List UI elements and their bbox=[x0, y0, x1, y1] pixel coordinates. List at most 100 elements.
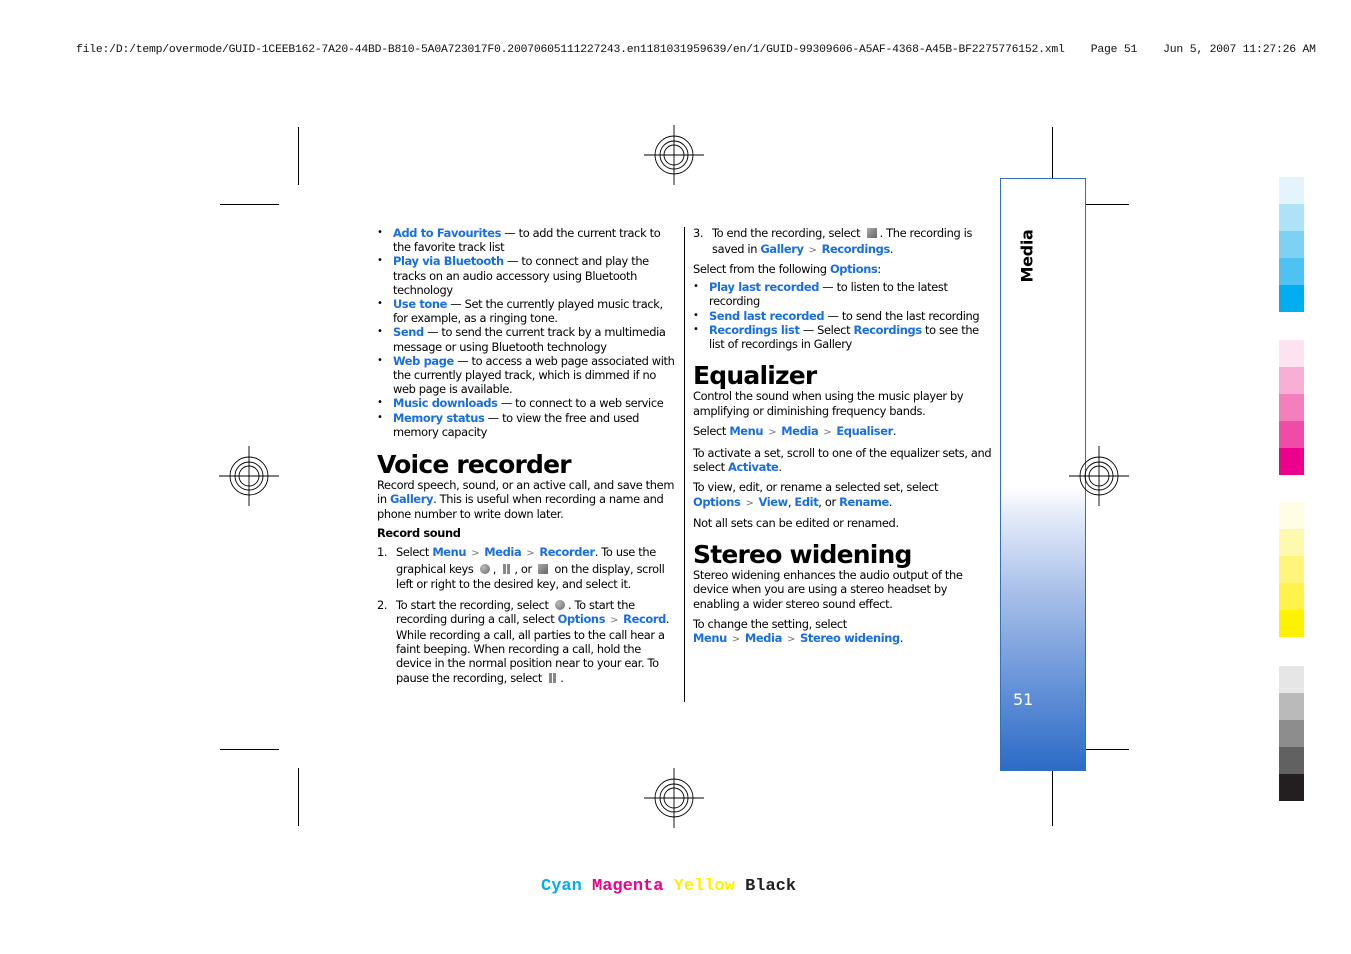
print-header: file:/D:/temp/overmode/GUID-1CEEB162-7A2… bbox=[76, 44, 1316, 56]
link-media[interactable]: Media bbox=[484, 545, 521, 559]
step-1: 1. Select Menu > Media > Recorder. To use the… bbox=[377, 545, 665, 592]
stereo-description: Stereo widening enhances the audio outpu… bbox=[693, 568, 963, 611]
link-edit[interactable]: Edit bbox=[794, 495, 818, 509]
swatch-cyan-1 bbox=[1279, 177, 1304, 204]
link-record[interactable]: Record bbox=[623, 612, 666, 626]
list-item: Send last recorded — to send the last re… bbox=[693, 309, 993, 323]
option-web-page[interactable]: Web page bbox=[393, 354, 454, 368]
link-equaliser[interactable]: Equaliser bbox=[836, 424, 893, 438]
option-send-last-recorded[interactable]: Send last recorded bbox=[709, 309, 825, 323]
swatch-yellow-1 bbox=[1279, 502, 1304, 529]
link-rename[interactable]: Rename bbox=[839, 495, 889, 509]
swatch-magenta-3 bbox=[1279, 394, 1304, 421]
print-timestamp: Jun 5, 2007 11:27:26 AM bbox=[1163, 44, 1316, 56]
swatch-magenta-4 bbox=[1279, 421, 1304, 448]
option-play-last-recorded[interactable]: Play last recorded bbox=[709, 280, 819, 294]
crop-mark bbox=[220, 204, 279, 205]
voice-recorder-intro: Record speech, sound, or an active call,… bbox=[377, 478, 675, 521]
link-menu[interactable]: Menu bbox=[729, 424, 763, 438]
left-column: Add to Favourites — to add the current t… bbox=[377, 226, 677, 685]
right-column: 3. To end the recording, select . The rec… bbox=[693, 226, 993, 647]
list-item: Music downloads — to connect to a web se… bbox=[377, 396, 677, 410]
section-title: Media bbox=[1017, 229, 1037, 283]
heading-stereo-widening: Stereo widening bbox=[693, 540, 912, 570]
swatch-black-2 bbox=[1279, 693, 1304, 720]
label-yellow: Yellow bbox=[673, 877, 735, 896]
registration-mark-icon bbox=[1069, 446, 1129, 506]
crop-mark bbox=[1052, 127, 1053, 185]
equalizer-activate: To activate a set, scroll to one of the … bbox=[693, 446, 992, 475]
page-number: 51 bbox=[1013, 690, 1034, 709]
link-options[interactable]: Options bbox=[693, 495, 741, 509]
step-2: 2. To start the recording, select . To st… bbox=[377, 597, 670, 685]
link-menu[interactable]: Menu bbox=[432, 545, 466, 559]
link-recordings[interactable]: Recordings bbox=[822, 242, 891, 256]
link-options[interactable]: Options bbox=[830, 262, 878, 276]
option-memory-status[interactable]: Memory status bbox=[393, 411, 485, 425]
record-key-icon bbox=[479, 563, 490, 574]
option-send[interactable]: Send bbox=[393, 325, 424, 339]
swatch-cyan-2 bbox=[1279, 204, 1304, 231]
link-recorder[interactable]: Recorder bbox=[539, 545, 595, 559]
option-recordings-list[interactable]: Recordings list bbox=[709, 323, 800, 337]
link-stereo-widening[interactable]: Stereo widening bbox=[800, 631, 900, 645]
registration-mark-icon bbox=[219, 446, 279, 506]
swatch-black-5 bbox=[1279, 774, 1304, 801]
column-divider bbox=[684, 227, 685, 702]
option-play-via-bluetooth[interactable]: Play via Bluetooth bbox=[393, 254, 504, 268]
swatch-yellow-4 bbox=[1279, 583, 1304, 610]
record-key-icon bbox=[554, 599, 565, 610]
equalizer-description: Control the sound when using the music p… bbox=[693, 389, 964, 418]
link-media[interactable]: Media bbox=[781, 424, 818, 438]
list-item: Use tone — Set the currently played musi… bbox=[377, 297, 677, 325]
pause-key-icon bbox=[548, 672, 557, 683]
equalizer-edit: To view, edit, or rename a selected set,… bbox=[693, 480, 939, 509]
option-add-to-favourites[interactable]: Add to Favourites bbox=[393, 226, 501, 240]
swatch-yellow-2 bbox=[1279, 529, 1304, 556]
subheading-record-sound: Record sound bbox=[377, 525, 461, 540]
swatch-cyan-3 bbox=[1279, 231, 1304, 258]
list-item: Web page — to access a web page associat… bbox=[377, 354, 677, 397]
link-options[interactable]: Options bbox=[558, 612, 606, 626]
swatch-yellow-5 bbox=[1279, 610, 1304, 637]
list-item: Recordings list — Select Recordings to s… bbox=[693, 323, 993, 351]
recorder-options-list: Play last recorded — to listen to the la… bbox=[693, 280, 993, 351]
swatch-black-3 bbox=[1279, 720, 1304, 747]
swatch-magenta-5 bbox=[1279, 448, 1304, 475]
heading-voice-recorder: Voice recorder bbox=[377, 450, 572, 480]
option-music-downloads[interactable]: Music downloads bbox=[393, 396, 498, 410]
music-options-list: Add to Favourites — to add the current t… bbox=[377, 226, 677, 439]
link-recordings[interactable]: Recordings bbox=[853, 323, 922, 337]
swatch-black-1 bbox=[1279, 666, 1304, 693]
registration-mark-icon bbox=[644, 768, 704, 828]
stereo-change-setting: To change the setting, select Menu > Media… bbox=[693, 616, 904, 646]
crop-mark bbox=[220, 749, 279, 750]
link-view[interactable]: View bbox=[758, 495, 788, 509]
swatch-magenta-1 bbox=[1279, 340, 1304, 367]
record-steps-continued: 3. To end the recording, select . The rec… bbox=[693, 226, 993, 258]
process-color-labels: Cyan Magenta Yellow Black bbox=[541, 877, 796, 896]
crop-mark bbox=[1052, 768, 1053, 826]
option-use-tone[interactable]: Use tone bbox=[393, 297, 447, 311]
equalizer-select: Select Menu > Media > Equaliser. bbox=[693, 423, 897, 438]
link-gallery[interactable]: Gallery bbox=[390, 492, 434, 506]
crop-mark bbox=[298, 768, 299, 826]
heading-equalizer: Equalizer bbox=[693, 361, 817, 391]
link-media[interactable]: Media bbox=[745, 631, 782, 645]
label-cyan: Cyan bbox=[541, 877, 582, 896]
swatch-cyan-4 bbox=[1279, 258, 1304, 285]
swatch-cyan-5 bbox=[1279, 285, 1304, 312]
link-menu[interactable]: Menu bbox=[693, 631, 727, 645]
label-black: Black bbox=[745, 877, 797, 896]
link-activate[interactable]: Activate bbox=[728, 460, 779, 474]
list-item: Play via Bluetooth — to connect and play… bbox=[377, 254, 677, 297]
stop-key-icon bbox=[538, 563, 549, 574]
page-label: Page 51 bbox=[1090, 44, 1138, 56]
label-magenta: Magenta bbox=[592, 877, 664, 896]
link-gallery[interactable]: Gallery bbox=[760, 242, 804, 256]
pause-key-icon bbox=[502, 563, 511, 574]
stop-key-icon bbox=[866, 228, 877, 238]
swatch-yellow-3 bbox=[1279, 556, 1304, 583]
step-3: 3. To end the recording, select . The rec… bbox=[693, 226, 973, 256]
equalizer-note: Not all sets can be edited or renamed. bbox=[693, 515, 899, 530]
